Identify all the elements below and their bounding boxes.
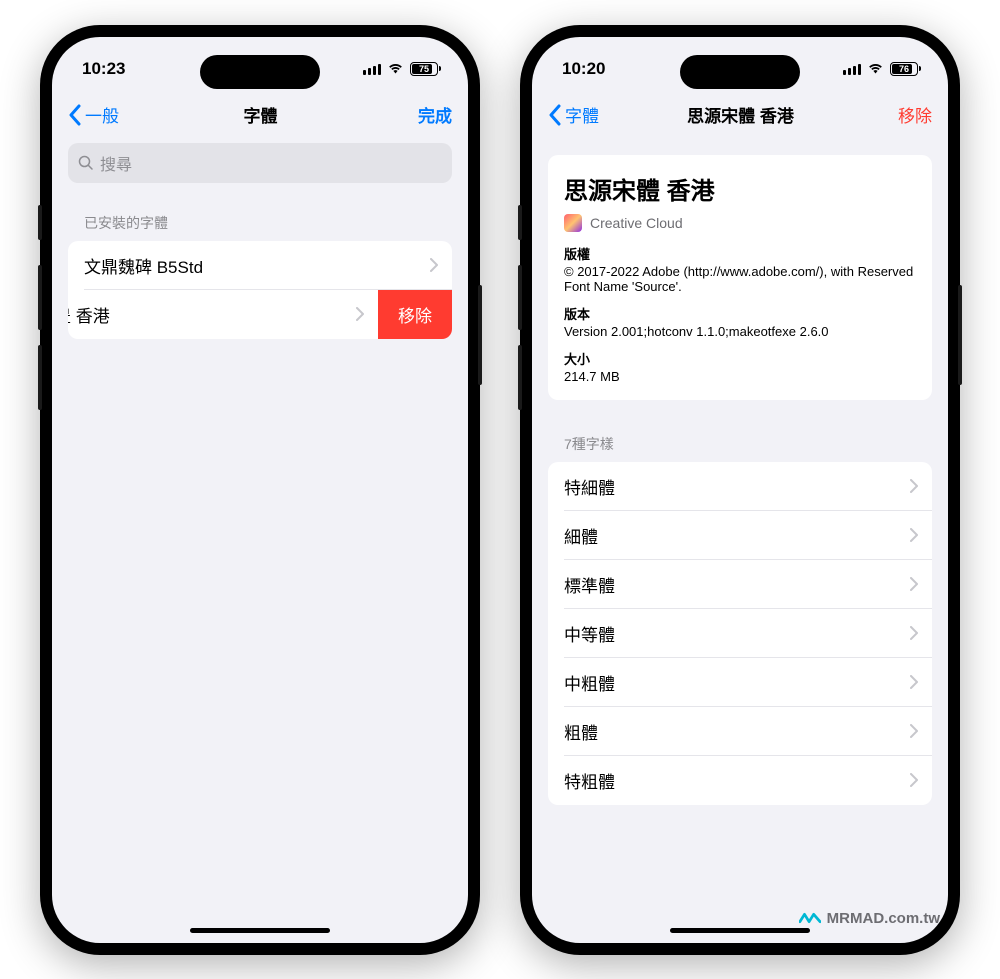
- wifi-icon: [867, 59, 884, 79]
- styles-list: 特細體 細體 標準體 中等體 中粗體: [548, 462, 932, 805]
- battery-icon: 76: [890, 62, 918, 76]
- cellular-icon: [843, 63, 861, 75]
- status-time: 10:20: [562, 59, 605, 79]
- battery-icon: 75: [410, 62, 438, 76]
- style-name: 中粗體: [548, 658, 910, 707]
- nav-title: 字體: [119, 102, 402, 127]
- nav-title: 思源宋體 香港: [599, 102, 882, 127]
- font-name: 文鼎魏碑 B5Std: [68, 241, 430, 290]
- nav-bar: 字體 思源宋體 香港 移除: [532, 91, 948, 139]
- style-name: 粗體: [548, 707, 910, 756]
- content-area[interactable]: 思源宋體 香港 Creative Cloud 版權 © 2017-2022 Ad…: [532, 139, 948, 943]
- dynamic-island: [680, 55, 800, 89]
- app-source-row[interactable]: Creative Cloud: [564, 214, 916, 232]
- status-right: 75: [363, 59, 438, 79]
- chevron-right-icon: [356, 307, 378, 321]
- delete-button[interactable]: 移除: [378, 290, 452, 339]
- search-icon: [78, 155, 94, 171]
- back-button[interactable]: 字體: [548, 102, 599, 127]
- size-block: 大小 214.7 MB: [564, 349, 916, 384]
- chevron-right-icon: [430, 258, 452, 272]
- font-title: 思源宋體 香港: [564, 171, 916, 206]
- watermark-logo-icon: [799, 907, 821, 929]
- wifi-icon: [387, 59, 404, 79]
- status-time: 10:23: [82, 59, 125, 79]
- font-info-card: 思源宋體 香港 Creative Cloud 版權 © 2017-2022 Ad…: [548, 155, 932, 400]
- chevron-right-icon: [910, 724, 932, 738]
- fonts-list: 文鼎魏碑 B5Std 豊 香港 移除: [68, 241, 452, 339]
- status-right: 76: [843, 59, 918, 79]
- back-label: 字體: [565, 102, 599, 127]
- screen-right: 10:20 76 字體 思源宋體 香港 移除: [532, 37, 948, 943]
- style-name: 標準體: [548, 560, 910, 609]
- home-indicator[interactable]: [190, 928, 330, 933]
- version-label: 版本: [564, 304, 916, 323]
- done-button[interactable]: 完成: [402, 102, 452, 127]
- style-row[interactable]: 標準體: [548, 560, 932, 609]
- section-header-installed: 已安裝的字體: [52, 195, 468, 241]
- back-label: 一般: [85, 102, 119, 127]
- watermark: MRMAD.com.tw: [799, 907, 940, 929]
- watermark-text: MRMAD.com.tw: [827, 910, 940, 927]
- copyright-label: 版權: [564, 244, 916, 263]
- chevron-right-icon: [910, 773, 932, 787]
- style-name: 特粗體: [548, 756, 910, 805]
- style-row[interactable]: 特粗體: [548, 756, 932, 805]
- style-name: 細體: [548, 511, 910, 560]
- style-row[interactable]: 中粗體: [548, 658, 932, 707]
- phone-right: 10:20 76 字體 思源宋體 香港 移除: [520, 25, 960, 955]
- search-placeholder: 搜尋: [100, 151, 132, 175]
- content-area[interactable]: 搜尋 已安裝的字體 文鼎魏碑 B5Std 豊 香港: [52, 139, 468, 943]
- back-button[interactable]: 一般: [68, 102, 119, 127]
- font-row[interactable]: 文鼎魏碑 B5Std: [68, 241, 452, 290]
- style-name: 中等體: [548, 609, 910, 658]
- style-row[interactable]: 特細體: [548, 462, 932, 511]
- chevron-right-icon: [910, 528, 932, 542]
- creative-cloud-icon: [564, 214, 582, 232]
- phone-left: 10:23 75 一般 字體 完成: [40, 25, 480, 955]
- copyright-value: © 2017-2022 Adobe (http://www.adobe.com/…: [564, 264, 916, 294]
- dynamic-island: [200, 55, 320, 89]
- home-indicator[interactable]: [670, 928, 810, 933]
- style-row[interactable]: 細體: [548, 511, 932, 560]
- app-name: Creative Cloud: [590, 215, 683, 231]
- size-value: 214.7 MB: [564, 369, 916, 384]
- search-input[interactable]: 搜尋: [68, 143, 452, 183]
- style-row[interactable]: 中等體: [548, 609, 932, 658]
- cellular-icon: [363, 63, 381, 75]
- screen-left: 10:23 75 一般 字體 完成: [52, 37, 468, 943]
- styles-header: 7種字樣: [532, 416, 948, 462]
- size-label: 大小: [564, 349, 916, 368]
- style-name: 特細體: [548, 462, 910, 511]
- nav-bar: 一般 字體 完成: [52, 91, 468, 139]
- chevron-right-icon: [910, 675, 932, 689]
- font-row-swiped[interactable]: 豊 香港 移除: [68, 290, 452, 339]
- version-block: 版本 Version 2.001;hotconv 1.1.0;makeotfex…: [564, 304, 916, 339]
- version-value: Version 2.001;hotconv 1.1.0;makeotfexe 2…: [564, 324, 916, 339]
- font-name: 豊 香港: [68, 290, 356, 339]
- remove-button[interactable]: 移除: [882, 102, 932, 127]
- style-row[interactable]: 粗體: [548, 707, 932, 756]
- chevron-right-icon: [910, 577, 932, 591]
- chevron-right-icon: [910, 479, 932, 493]
- chevron-right-icon: [910, 626, 932, 640]
- copyright-block: 版權 © 2017-2022 Adobe (http://www.adobe.c…: [564, 244, 916, 294]
